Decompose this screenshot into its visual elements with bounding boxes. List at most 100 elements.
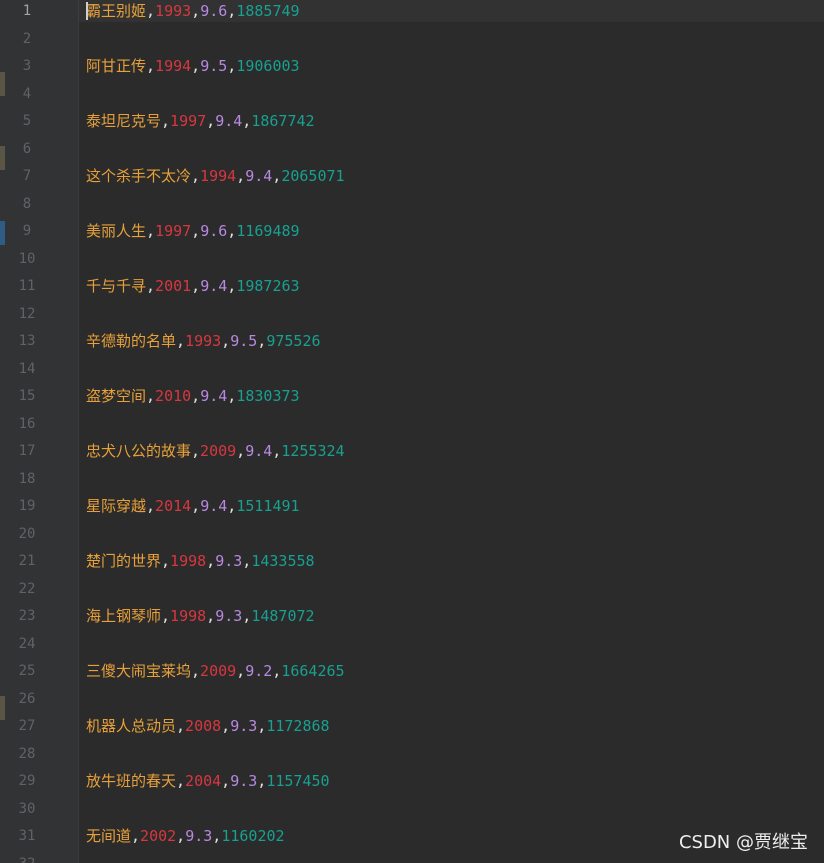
movie-title: 楚门的世界 xyxy=(86,552,162,570)
line-number: 16 xyxy=(18,415,36,432)
comma-separator: , xyxy=(236,442,246,460)
comma-separator: , xyxy=(146,497,156,515)
vote-count: 1987263 xyxy=(236,277,300,295)
comma-separator: , xyxy=(146,57,156,75)
comma-separator: , xyxy=(191,222,201,240)
comma-separator: , xyxy=(227,497,237,515)
comma-separator: , xyxy=(146,222,156,240)
movie-title: 美丽人生 xyxy=(86,222,147,240)
vote-count: 1255324 xyxy=(281,442,345,460)
vote-count: 1487072 xyxy=(251,607,315,625)
comma-separator: , xyxy=(206,112,216,130)
code-line[interactable]: 楚门的世界,1998,9.3,1433558 xyxy=(86,550,315,572)
comma-separator: , xyxy=(221,772,231,790)
code-line[interactable]: 盗梦空间,2010,9.4,1830373 xyxy=(86,385,300,407)
line-number: 4 xyxy=(22,85,32,102)
comma-separator: , xyxy=(146,2,156,20)
rating: 9.3 xyxy=(215,552,243,570)
release-year: 2004 xyxy=(185,772,222,790)
line-number: 9 xyxy=(22,223,32,239)
rating: 9.3 xyxy=(230,717,258,735)
code-line[interactable]: 泰坦尼克号,1997,9.4,1867742 xyxy=(86,110,315,132)
comma-separator: , xyxy=(272,442,282,460)
vote-count: 1157450 xyxy=(266,772,330,790)
line-number: 15 xyxy=(18,388,36,404)
comma-separator: , xyxy=(191,167,201,185)
comma-separator: , xyxy=(191,387,201,405)
vote-count: 1433558 xyxy=(251,552,315,570)
code-editor[interactable]: 1 2 3 4 5 6 7 8 9 10 11 12 13 14 15 16 17 18 19 20 21 22 23 24 2… xyxy=(0,0,824,863)
line-number: 3 xyxy=(22,58,32,74)
comma-separator: , xyxy=(176,717,186,735)
code-line[interactable]: 星际穿越,2014,9.4,1511491 xyxy=(86,495,300,517)
release-year: 2009 xyxy=(200,442,237,460)
comma-separator: , xyxy=(212,827,222,845)
line-number: 14 xyxy=(18,360,36,377)
code-line[interactable]: 这个杀手不太冷,1994,9.4,2065071 xyxy=(86,165,345,187)
vote-count: 1511491 xyxy=(236,497,300,515)
rating: 9.6 xyxy=(200,222,228,240)
line-number: 18 xyxy=(18,470,36,487)
comma-separator: , xyxy=(176,332,186,350)
comma-separator: , xyxy=(176,772,186,790)
line-number: 19 xyxy=(18,498,36,514)
release-year: 1997 xyxy=(155,222,192,240)
code-line[interactable]: 霸王别姬,1993,9.6,1885749 xyxy=(86,0,300,22)
comma-separator: , xyxy=(257,717,267,735)
code-line[interactable]: 放牛班的春天,2004,9.3,1157450 xyxy=(86,770,330,792)
code-line[interactable]: 阿甘正传,1994,9.5,1906003 xyxy=(86,55,300,77)
vote-count: 1830373 xyxy=(236,387,300,405)
comma-separator: , xyxy=(227,222,237,240)
release-year: 1993 xyxy=(185,332,222,350)
line-number: 12 xyxy=(18,305,36,322)
code-line[interactable]: 忠犬八公的故事,2009,9.4,1255324 xyxy=(86,440,345,462)
line-number: 5 xyxy=(22,113,32,129)
code-line[interactable]: 千与千寻,2001,9.4,1987263 xyxy=(86,275,300,297)
line-number: 13 xyxy=(18,333,36,349)
rating: 9.4 xyxy=(200,277,228,295)
comma-separator: , xyxy=(257,772,267,790)
movie-title: 星际穿越 xyxy=(86,497,147,515)
line-number: 21 xyxy=(18,553,36,569)
comma-separator: , xyxy=(191,662,201,680)
line-number: 11 xyxy=(18,278,36,294)
release-year: 2001 xyxy=(155,277,192,295)
release-year: 2014 xyxy=(155,497,192,515)
code-line[interactable]: 机器人总动员,2008,9.3,1172868 xyxy=(86,715,330,737)
rating: 9.6 xyxy=(200,2,228,20)
rating: 9.3 xyxy=(230,772,258,790)
vote-count: 1867742 xyxy=(251,112,315,130)
comma-separator: , xyxy=(272,167,282,185)
code-line[interactable]: 海上钢琴师,1998,9.3,1487072 xyxy=(86,605,315,627)
vote-count: 1172868 xyxy=(266,717,330,735)
line-number: 1 xyxy=(22,3,32,19)
watermark: CSDN @贾继宝 xyxy=(678,832,808,853)
movie-title: 海上钢琴师 xyxy=(86,607,162,625)
movie-title: 放牛班的春天 xyxy=(86,772,177,790)
code-line[interactable]: 美丽人生,1997,9.6,1169489 xyxy=(86,220,300,242)
comma-separator: , xyxy=(242,112,252,130)
rating: 9.4 xyxy=(215,112,243,130)
release-year: 1994 xyxy=(155,57,192,75)
text-caret xyxy=(86,2,88,20)
line-number: 29 xyxy=(18,773,36,789)
movie-title: 盗梦空间 xyxy=(86,387,147,405)
code-line[interactable]: 无间道,2002,9.3,1160202 xyxy=(86,825,285,847)
line-number: 30 xyxy=(18,800,36,817)
vote-count: 1160202 xyxy=(221,827,285,845)
vote-count: 1664265 xyxy=(281,662,345,680)
line-number: 6 xyxy=(22,140,32,157)
code-line[interactable]: 辛德勒的名单,1993,9.5,975526 xyxy=(86,330,321,352)
comma-separator: , xyxy=(191,497,201,515)
rating: 9.4 xyxy=(200,497,228,515)
comma-separator: , xyxy=(146,387,156,405)
movie-title: 泰坦尼克号 xyxy=(86,112,162,130)
comma-separator: , xyxy=(242,607,252,625)
release-year: 1998 xyxy=(170,607,207,625)
comma-separator: , xyxy=(227,57,237,75)
movie-title: 无间道 xyxy=(86,827,132,845)
release-year: 1997 xyxy=(170,112,207,130)
comma-separator: , xyxy=(206,607,216,625)
comma-separator: , xyxy=(221,332,231,350)
code-line[interactable]: 三傻大闹宝莱坞,2009,9.2,1664265 xyxy=(86,660,345,682)
